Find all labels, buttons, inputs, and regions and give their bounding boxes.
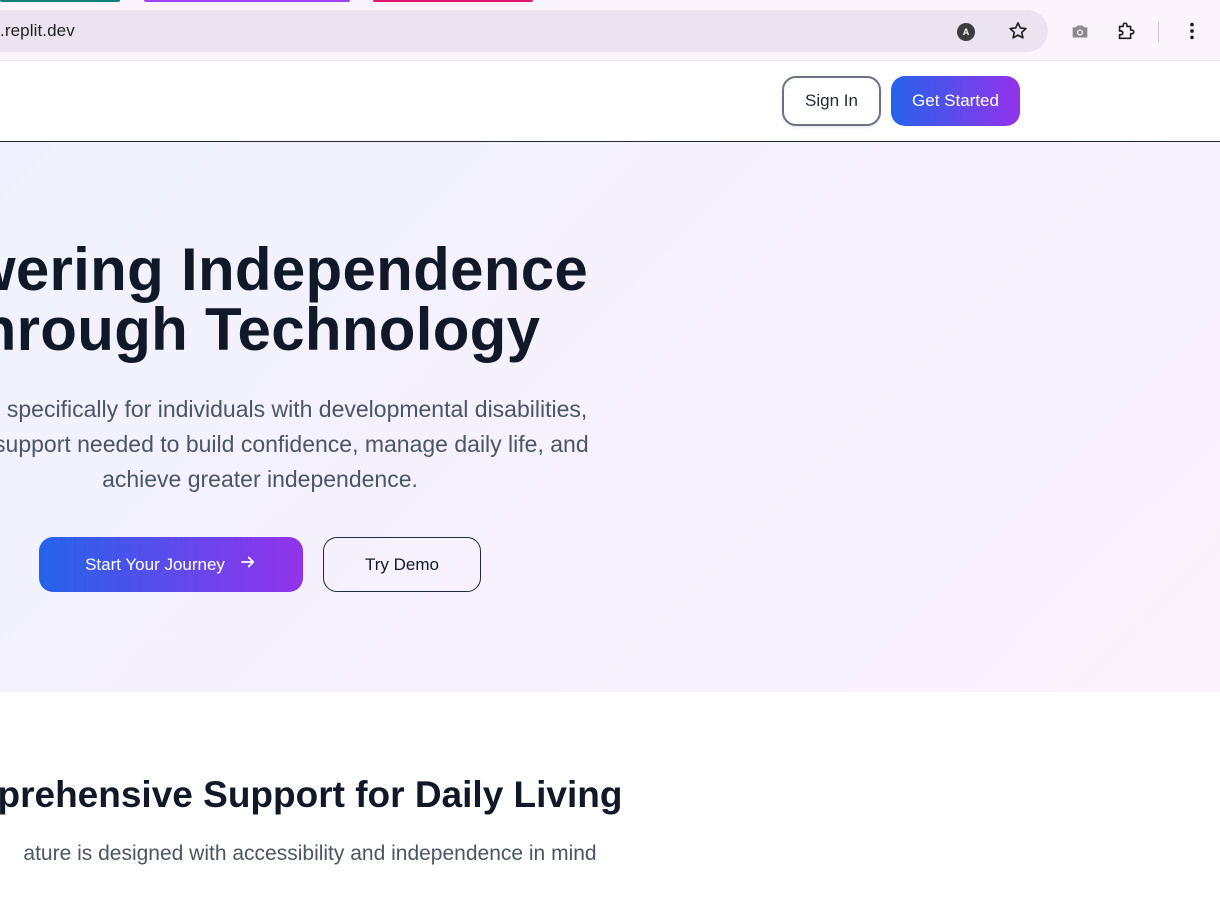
toolbar-separator [1158, 22, 1159, 42]
hero-title-line-1: owering Independence [0, 236, 589, 303]
star-icon[interactable] [1006, 19, 1030, 43]
sign-in-button[interactable]: Sign In [782, 76, 881, 126]
hero-subtitle: signed specifically for individuals with… [0, 392, 700, 497]
account-initial: A [962, 27, 970, 37]
hero-subtitle-line-3: achieve greater independence. [102, 466, 418, 492]
features-title: prehensive Support for Daily Living [0, 774, 623, 815]
try-demo-label: Try Demo [365, 554, 439, 574]
tab-indicator-3 [373, 0, 533, 2]
camera-icon[interactable] [1068, 20, 1092, 44]
start-journey-label: Start Your Journey [85, 554, 225, 574]
get-started-button[interactable]: Get Started [891, 76, 1020, 126]
hero-subtitle-line-1: signed specifically for individuals with… [0, 396, 588, 422]
hero-subtitle-line-2: s and support needed to build confidence… [0, 431, 589, 457]
site-header: Sign In Get Started [0, 61, 1220, 142]
address-bar[interactable]: .replit.dev [0, 10, 1048, 52]
more-vert-icon[interactable] [1180, 19, 1204, 43]
hero-section: owering Independence hrough Technology s… [0, 142, 1220, 692]
hero-title: owering Independence hrough Technology [0, 240, 660, 360]
account-icon[interactable]: A [957, 23, 975, 41]
tab-indicator-1 [0, 0, 120, 2]
hero-title-line-2: hrough Technology [0, 296, 541, 363]
try-demo-button[interactable]: Try Demo [323, 537, 481, 592]
start-journey-button[interactable]: Start Your Journey [39, 537, 303, 592]
arrow-right-icon [239, 553, 257, 576]
tab-indicator-2 [144, 0, 350, 2]
url-text[interactable]: .replit.dev [0, 21, 75, 41]
puzzle-icon[interactable] [1114, 19, 1138, 43]
features-subtitle: ature is designed with accessibility and… [23, 842, 597, 865]
browser-toolbar: .replit.dev A [0, 0, 1220, 61]
